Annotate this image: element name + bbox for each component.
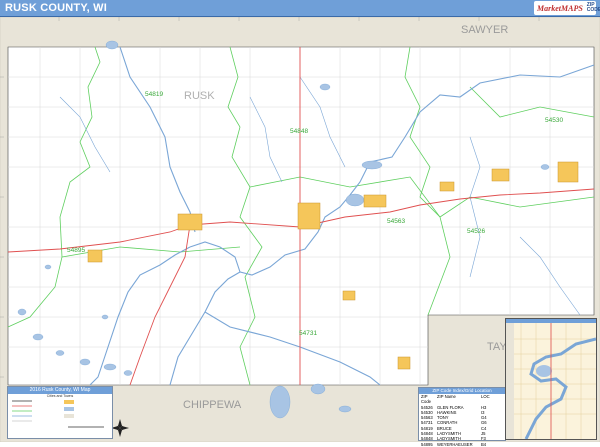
inset-canvas (506, 323, 596, 439)
table-row: 54895 WEYERHAEUSER B4 (421, 441, 487, 447)
legend-title: 2016 Rusk County, WI Map (8, 387, 112, 394)
zip-label: 54731 (299, 330, 317, 337)
zip-label: 54530 (545, 117, 563, 124)
zip-label: 54819 (145, 91, 163, 98)
title-bar: RUSK COUNTY, WI MarketMAPS ZIP CODE (0, 0, 600, 17)
logo-badge: ZIP CODE (586, 2, 600, 13)
logo-text: MarketMAPS (537, 3, 583, 13)
zip-index-table: ZIP Code Index/Grid Location ZIP Code ZIP… (418, 387, 506, 447)
county-label-rusk: RUSK (184, 90, 215, 102)
zip-label: 54563 (387, 218, 405, 225)
city-inset-map[interactable] (505, 318, 597, 440)
map-title: RUSK COUNTY, WI (5, 2, 107, 14)
zip-label: 54526 (467, 228, 485, 235)
zip-table-header: ZIP Code ZIP Name LOC (421, 394, 490, 405)
legend-symbols (12, 400, 104, 428)
publisher-logo: MarketMAPS ZIP CODE (534, 1, 600, 15)
zip-label: 54848 (290, 128, 308, 135)
inset-header (506, 319, 596, 323)
zip-label: 54895 (67, 247, 85, 254)
county-label-chippewa: CHIPPEWA (183, 399, 242, 411)
map-legend: 2016 Rusk County, WI Map Cities and Town… (7, 386, 113, 439)
county-label-sawyer: SAWYER (461, 24, 508, 36)
